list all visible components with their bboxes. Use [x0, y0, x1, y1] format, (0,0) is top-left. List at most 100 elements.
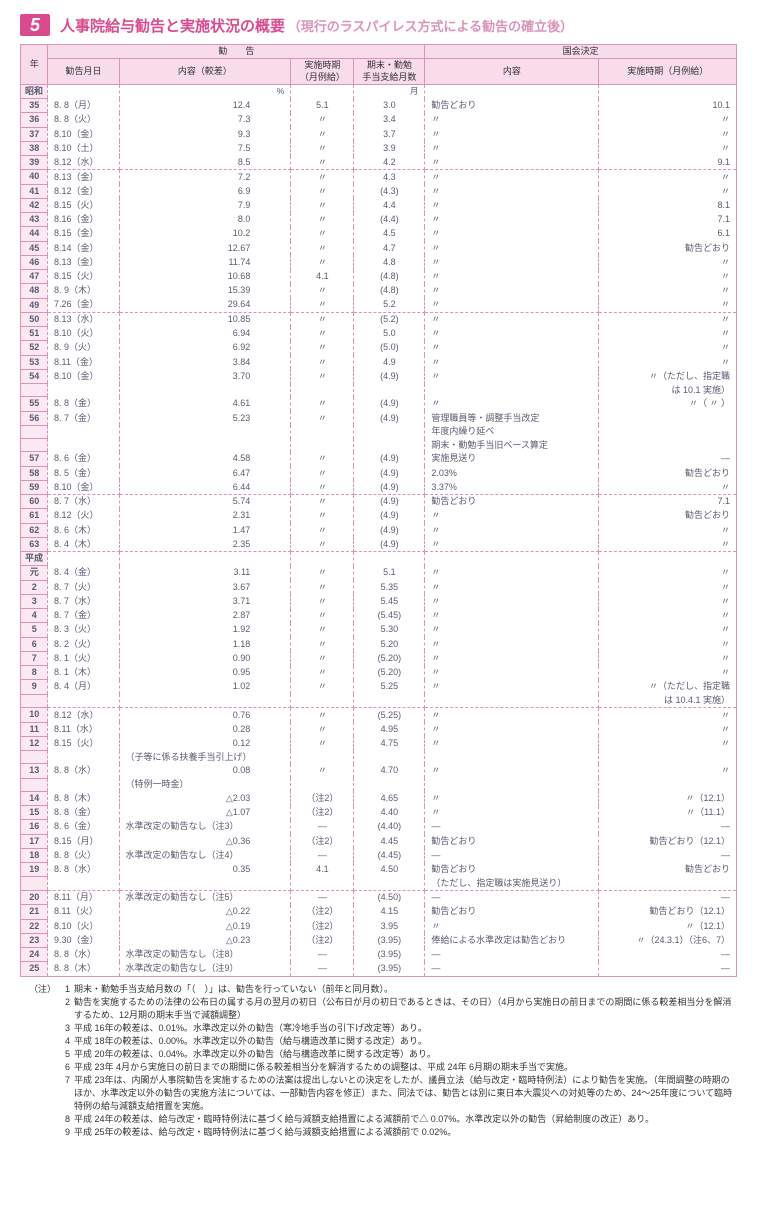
rec-date: 8. 7（水） — [48, 495, 119, 509]
diet-content: 〃 — [425, 341, 599, 355]
rec-timing: 〃 — [291, 327, 354, 341]
rec-date: 8.11（水） — [48, 722, 119, 736]
diet-content: 勧告どおり — [425, 905, 599, 919]
rec-date: 8.10（金） — [48, 480, 119, 494]
rec-content: 8.0 — [119, 213, 291, 227]
rec-timing: （注2） — [291, 834, 354, 848]
rec-date: 8.11（金） — [48, 355, 119, 369]
year-cell: 46 — [21, 255, 48, 269]
diet-timing: 〃 — [599, 127, 737, 141]
diet-content: 〃 — [425, 637, 599, 651]
rec-timing: 〃 — [291, 537, 354, 551]
diet-timing: — — [599, 820, 737, 834]
diet-content: 〃 — [425, 198, 599, 212]
rec-date: 8. 7（水） — [48, 594, 119, 608]
year-cell: 50 — [21, 312, 48, 326]
rec-date: 8.12（水） — [48, 708, 119, 722]
rec-bonus: 4.40 — [354, 806, 425, 820]
year-cell — [21, 778, 48, 791]
year-cell: 59 — [21, 480, 48, 494]
th-diet: 国会決定 — [425, 45, 737, 59]
rec-bonus: 5.2 — [354, 298, 425, 312]
rec-bonus — [354, 751, 425, 764]
year-cell — [21, 425, 48, 438]
year-cell: 13 — [21, 764, 48, 778]
year-cell: 23 — [21, 933, 48, 947]
diet-timing: 〃 — [599, 623, 737, 637]
rec-content: 9.3 — [119, 127, 291, 141]
year-cell: 17 — [21, 834, 48, 848]
rec-content: △0.19 — [119, 919, 291, 933]
diet-content: — — [425, 848, 599, 862]
diet-content: 〃 — [425, 722, 599, 736]
rec-timing: （注2） — [291, 933, 354, 947]
diet-timing: 〃 — [599, 284, 737, 298]
rec-bonus: 5.35 — [354, 580, 425, 594]
rec-bonus: (3.95) — [354, 933, 425, 947]
rec-date: 8.10（火） — [48, 327, 119, 341]
diet-timing: 〃 — [599, 609, 737, 623]
th-diet-timing: 実施時期（月例給） — [599, 59, 737, 85]
diet-content: 管理職員等・調整手当改定 — [425, 411, 599, 425]
diet-content — [425, 778, 599, 791]
diet-content: 〃 — [425, 184, 599, 198]
year-cell: 44 — [21, 227, 48, 241]
rec-content: 2.31 — [119, 509, 291, 523]
diet-timing: 〃（12.1） — [599, 791, 737, 805]
year-cell: 40 — [21, 170, 48, 184]
rec-timing: 〃 — [291, 708, 354, 722]
rec-date: 8.13（水） — [48, 312, 119, 326]
rec-timing — [291, 778, 354, 791]
diet-content: 〃 — [425, 270, 599, 284]
note-text: 平成 24年の較差は、給与改定・臨時特例法に基づく給与減額支給措置による減額前で… — [74, 1113, 737, 1126]
rec-date: 8. 8（火） — [48, 113, 119, 127]
diet-timing: は 10.4.1 実施） — [599, 694, 737, 708]
rec-date: 8. 6（金） — [48, 452, 119, 466]
rec-bonus: (4.4) — [354, 213, 425, 227]
note-item: 9平成 25年の較差は、給与改定・臨時特例法に基づく給与減額支給措置による減額前… — [20, 1126, 737, 1139]
year-cell: 45 — [21, 241, 48, 255]
rec-bonus: (4.9) — [354, 369, 425, 383]
rec-timing: （注2） — [291, 905, 354, 919]
diet-content: 実施見送り — [425, 452, 599, 466]
rec-bonus — [354, 877, 425, 891]
diet-content: 〃 — [425, 369, 599, 383]
diet-content: 〃 — [425, 580, 599, 594]
rec-timing — [291, 425, 354, 438]
diet-timing: — — [599, 891, 737, 905]
rec-date: 8. 8（火） — [48, 848, 119, 862]
rec-content: 水準改定の勧告なし（注5） — [119, 891, 291, 905]
title-main: 人事院給与勧告と実施状況の概要 — [60, 18, 285, 35]
rec-date: 8.16（金） — [48, 213, 119, 227]
year-cell — [21, 384, 48, 397]
diet-timing — [599, 552, 737, 566]
th-diet-content: 内容 — [425, 59, 599, 85]
rec-content: 水準改定の勧告なし（注9） — [119, 962, 291, 976]
note-number: 4 — [60, 1035, 74, 1048]
rec-timing: 〃 — [291, 523, 354, 537]
year-cell: 8 — [21, 666, 48, 680]
rec-date: 8.10（火） — [48, 919, 119, 933]
diet-timing: 〃 — [599, 637, 737, 651]
year-cell: 63 — [21, 537, 48, 551]
rec-content: 3.67 — [119, 580, 291, 594]
year-cell: 25 — [21, 962, 48, 976]
year-cell: 4 — [21, 609, 48, 623]
diet-timing: 勧告どおり — [599, 466, 737, 480]
rec-bonus: 4.50 — [354, 863, 425, 877]
rec-timing — [291, 552, 354, 566]
diet-timing: 8.1 — [599, 198, 737, 212]
diet-content: 年度内繰り延べ — [425, 425, 599, 438]
diet-content: 勧告どおり — [425, 495, 599, 509]
year-cell: 24 — [21, 948, 48, 962]
rec-content: 10.85 — [119, 312, 291, 326]
rec-date — [48, 694, 119, 708]
year-cell: 21 — [21, 905, 48, 919]
year-cell: 16 — [21, 820, 48, 834]
year-cell: 60 — [21, 495, 48, 509]
diet-content — [425, 384, 599, 397]
diet-timing: — — [599, 962, 737, 976]
diet-timing: 〃 — [599, 764, 737, 778]
rec-content: △2.03 — [119, 791, 291, 805]
rec-timing: 〃 — [291, 495, 354, 509]
